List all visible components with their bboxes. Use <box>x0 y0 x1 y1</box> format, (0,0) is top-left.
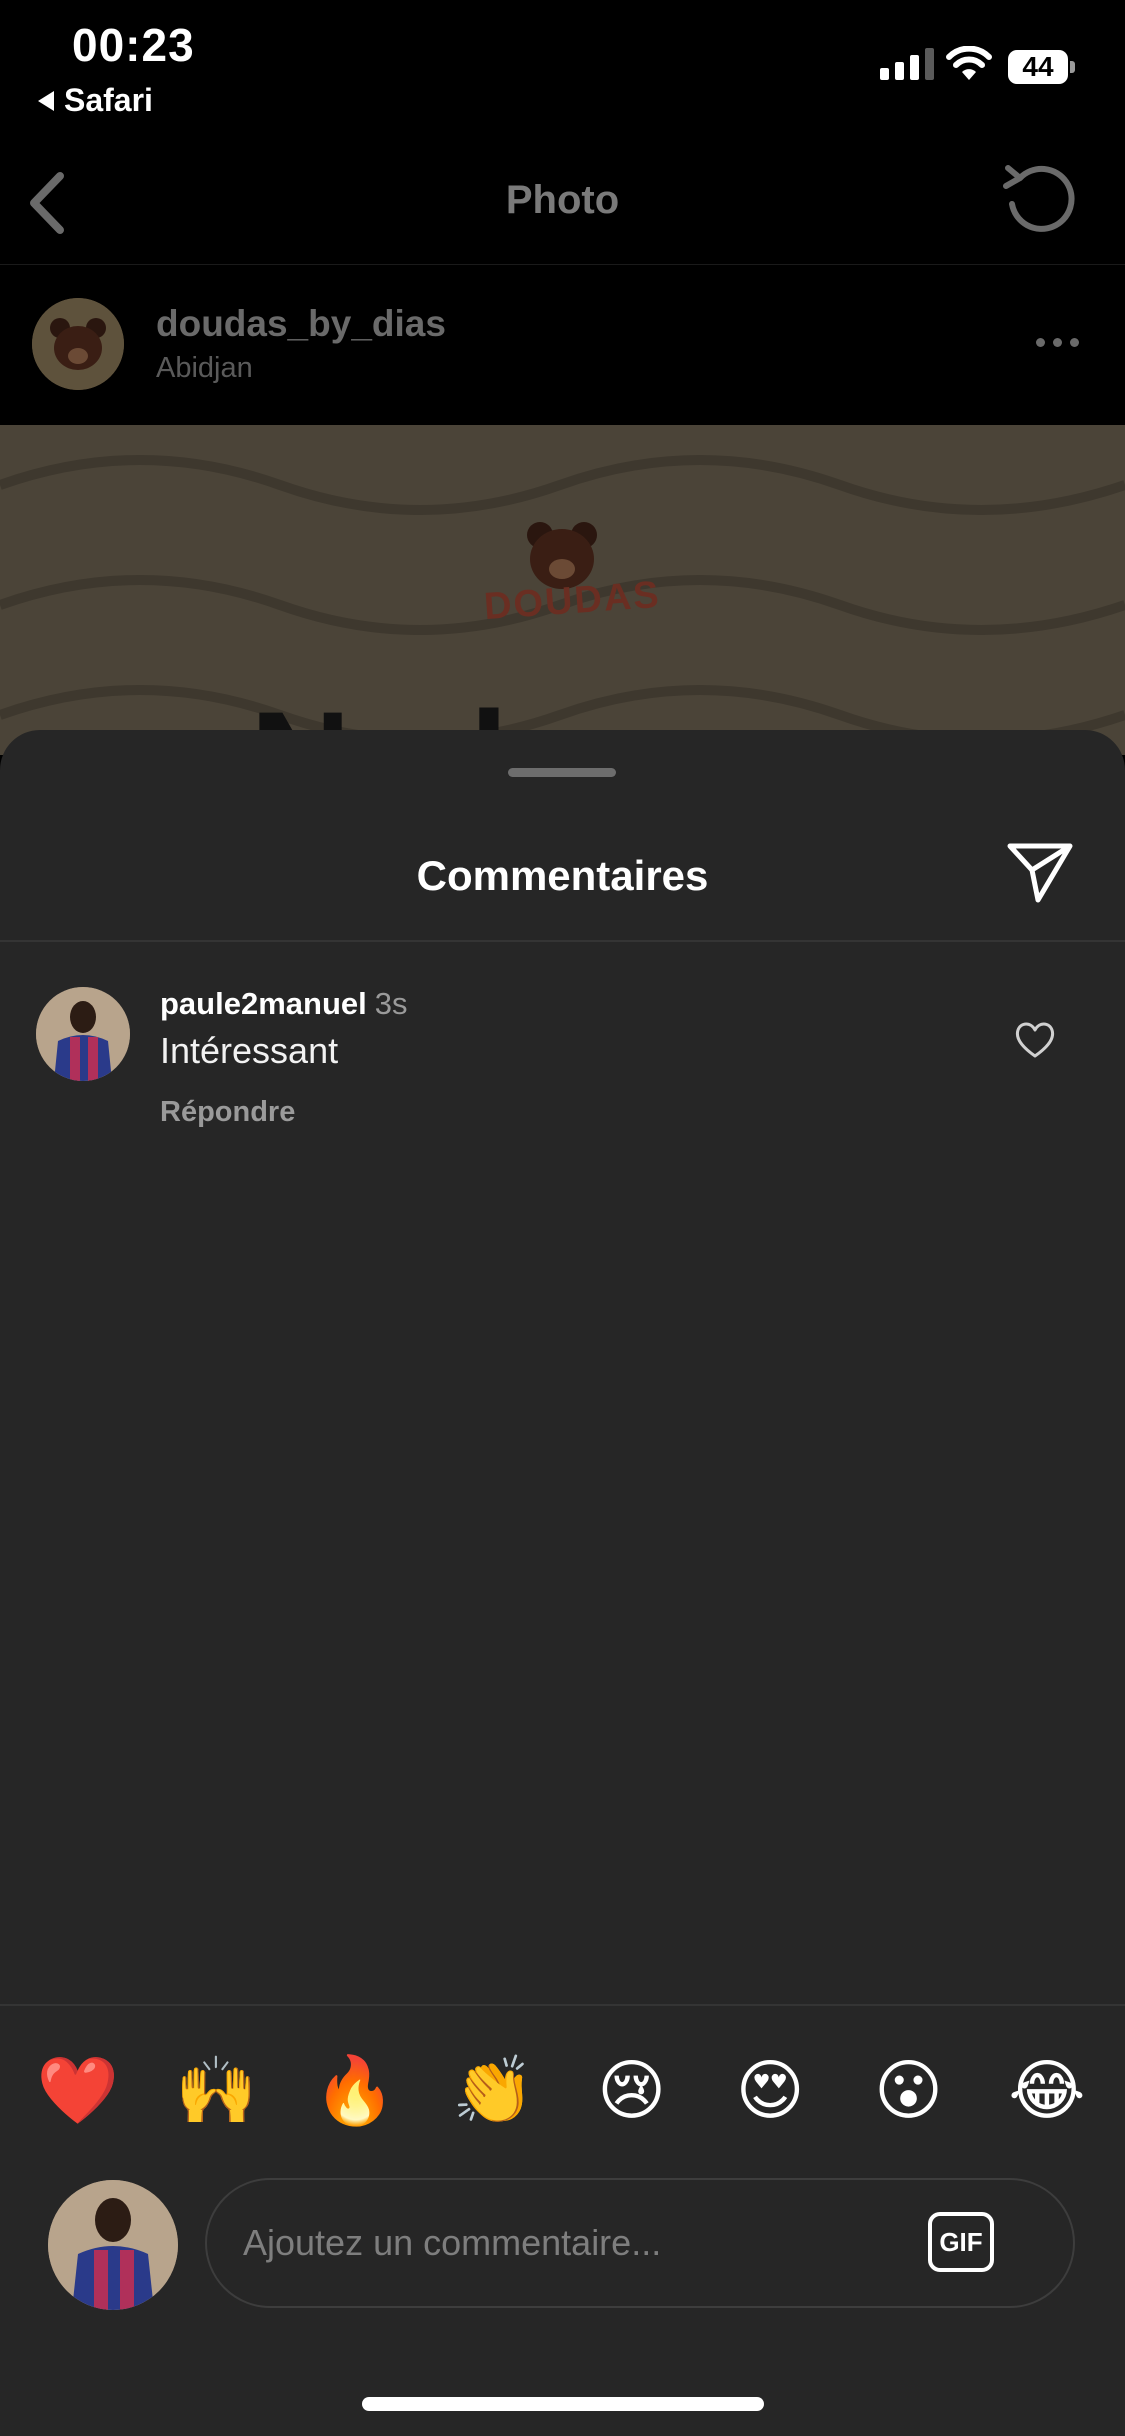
emoji-reaction-bar: ❤️ 🙌 🔥 👏 😢 😍 😮 😂 <box>16 2052 1109 2128</box>
reply-button[interactable]: Répondre <box>160 1096 295 1129</box>
emoji-heart-eyes[interactable]: 😍 <box>708 2052 832 2128</box>
comment-username[interactable]: paule2manuel 3s <box>160 986 408 1022</box>
sheet-title: Commentaires <box>416 852 709 899</box>
emoji-raising-hands[interactable]: 🙌 <box>154 2052 278 2128</box>
sheet-drag-handle[interactable] <box>508 768 616 777</box>
emoji-crying[interactable]: 😢 <box>570 2052 694 2128</box>
like-heart-icon[interactable] <box>1014 1020 1056 1060</box>
wifi-icon <box>946 46 992 80</box>
emoji-fire[interactable]: 🔥 <box>293 2052 417 2128</box>
page-title: Photo <box>505 178 620 222</box>
nav-divider <box>0 264 1125 265</box>
comment-text: Intéressant <box>160 1030 339 1071</box>
back-triangle-icon <box>38 90 54 111</box>
comment-avatar[interactable] <box>36 987 130 1081</box>
status-time: 00:23 <box>72 19 195 71</box>
emoji-surprised[interactable]: 😮 <box>847 2052 971 2128</box>
emoji-laughing[interactable]: 😂 <box>985 2052 1109 2128</box>
back-app-label: Safari <box>64 82 153 118</box>
comment-time: 3s <box>374 986 408 1021</box>
back-to-safari[interactable]: Safari <box>38 82 153 119</box>
gif-button[interactable]: GIF <box>928 2212 994 2272</box>
home-indicator[interactable] <box>362 2397 764 2411</box>
refresh-icon[interactable] <box>998 160 1080 236</box>
user-photo-icon <box>48 2180 178 2310</box>
post-username[interactable]: doudas_by_dias <box>156 303 446 345</box>
cellular-signal-icon <box>880 48 934 80</box>
user-photo-icon <box>36 987 130 1081</box>
sheet-divider <box>0 940 1125 942</box>
bear-logo-icon <box>32 298 124 390</box>
post-avatar[interactable] <box>32 298 124 390</box>
battery-icon: 44 <box>1008 50 1068 84</box>
send-icon[interactable] <box>1004 840 1076 906</box>
current-user-avatar <box>48 2180 178 2310</box>
post-location[interactable]: Abidjan <box>156 352 253 385</box>
battery-tip <box>1070 61 1075 73</box>
emoji-divider <box>0 2004 1125 2006</box>
more-options-icon[interactable] <box>1036 338 1079 347</box>
emoji-heart[interactable]: ❤️ <box>16 2052 140 2128</box>
emoji-clapping[interactable]: 👏 <box>431 2052 555 2128</box>
comment-input-placeholder[interactable]: Ajoutez un commentaire... <box>243 2222 661 2264</box>
